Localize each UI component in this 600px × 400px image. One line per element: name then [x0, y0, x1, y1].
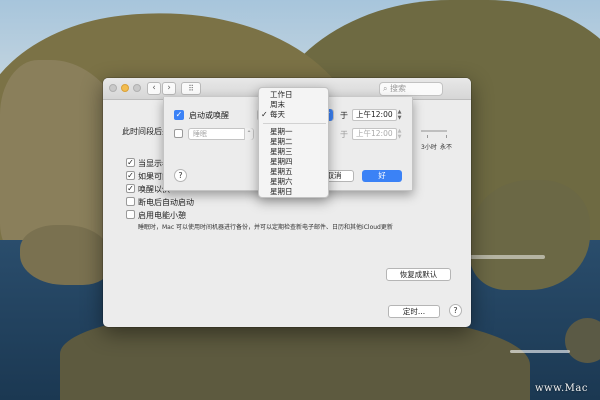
sleep-action-value: 睡眠: [193, 130, 207, 138]
slider-tick: [427, 135, 428, 138]
menu-item-label: 星期四: [270, 157, 293, 166]
watermark: www.Mac: [535, 383, 588, 394]
menu-item-saturday[interactable]: 星期六: [259, 177, 330, 187]
menu-item-monday[interactable]: 星期一: [259, 127, 330, 137]
slider-tick: [446, 135, 447, 138]
sleep-time-stepper[interactable]: ▲ ▼: [396, 128, 403, 140]
menu-item-wednesday[interactable]: 星期三: [259, 147, 330, 157]
slider-label-3h: 3小时: [421, 144, 437, 151]
search-placeholder: 搜索: [390, 84, 407, 93]
grid-icon[interactable]: ⠿: [181, 82, 201, 95]
search-icon: ⌕: [383, 84, 388, 93]
close-window-button[interactable]: [109, 84, 117, 92]
wallpaper-foam: [510, 350, 570, 353]
day-dropdown-menu: 工作日 周末 ✓ 每天 星期一 星期二 星期三 星期四 星期五 星期六 星期日: [258, 87, 329, 198]
zoom-window-button[interactable]: [133, 84, 141, 92]
sleep-checkbox[interactable]: [174, 129, 183, 138]
option-checkbox-wake[interactable]: [126, 184, 135, 193]
minimize-window-button[interactable]: [121, 84, 129, 92]
option-checkbox-autostart[interactable]: [126, 197, 135, 206]
checkmark-icon: ✓: [261, 110, 268, 119]
wake-time-field[interactable]: 上午12:00: [352, 109, 397, 121]
option-label-autostart: 断电后自动启动: [138, 198, 194, 207]
menu-item-every-day[interactable]: ✓ 每天: [259, 110, 330, 120]
power-nap-description: 睡眠时，Mac 可以使用时间机器进行备份，并可以定期检查新电子邮件、日历和其他i…: [138, 224, 393, 231]
sheet-help-button[interactable]: ?: [174, 169, 187, 182]
menu-item-label: 工作日: [270, 90, 293, 99]
menu-item-label: 星期三: [270, 147, 293, 156]
sleep-slider[interactable]: [421, 130, 447, 132]
ok-button[interactable]: 好: [362, 170, 402, 182]
forward-button[interactable]: ›: [162, 82, 176, 95]
menu-item-sunday[interactable]: 星期日: [259, 187, 330, 197]
menu-item-label: 星期一: [270, 127, 293, 136]
slider-label-never: 永不: [440, 144, 453, 151]
wake-time-prefix: 于: [340, 111, 348, 120]
menu-item-label: 星期二: [270, 137, 293, 146]
menu-item-label: 星期六: [270, 177, 293, 186]
menu-item-label: 星期五: [270, 167, 293, 176]
help-button[interactable]: ?: [449, 304, 462, 317]
option-checkbox-harddisk[interactable]: [126, 171, 135, 180]
menu-item-friday[interactable]: 星期五: [259, 167, 330, 177]
search-field[interactable]: ⌕ 搜索: [379, 82, 443, 96]
back-button[interactable]: ‹: [147, 82, 161, 95]
option-checkbox-display[interactable]: [126, 158, 135, 167]
sleep-time-field[interactable]: 上午12:00: [352, 128, 397, 140]
menu-item-thursday[interactable]: 星期四: [259, 157, 330, 167]
option-label-powernap: 启用电能小憩: [138, 211, 186, 220]
menu-item-label: 每天: [270, 110, 285, 119]
wake-label: 启动或唤醒: [189, 111, 229, 120]
menu-separator: [263, 123, 326, 124]
popup-chevron-icon: ⌃: [244, 128, 253, 140]
menu-item-tuesday[interactable]: 星期二: [259, 137, 330, 147]
schedule-button[interactable]: 定时...: [388, 305, 440, 318]
wallpaper-shore: [470, 180, 590, 290]
restore-defaults-button[interactable]: 恢复成默认: [386, 268, 451, 281]
menu-item-weekdays[interactable]: 工作日: [259, 90, 330, 100]
menu-item-label: 星期日: [270, 187, 293, 196]
option-checkbox-powernap[interactable]: [126, 210, 135, 219]
wake-time-stepper[interactable]: ▲ ▼: [396, 109, 403, 121]
sleep-action-popup[interactable]: 睡眠 ⌃: [188, 128, 254, 140]
sleep-time-prefix: 于: [340, 130, 348, 139]
wallpaper-shore: [20, 225, 110, 285]
menu-item-weekends[interactable]: 周末: [259, 100, 330, 110]
menu-item-label: 周末: [270, 100, 285, 109]
wake-checkbox[interactable]: ✓: [174, 110, 184, 120]
